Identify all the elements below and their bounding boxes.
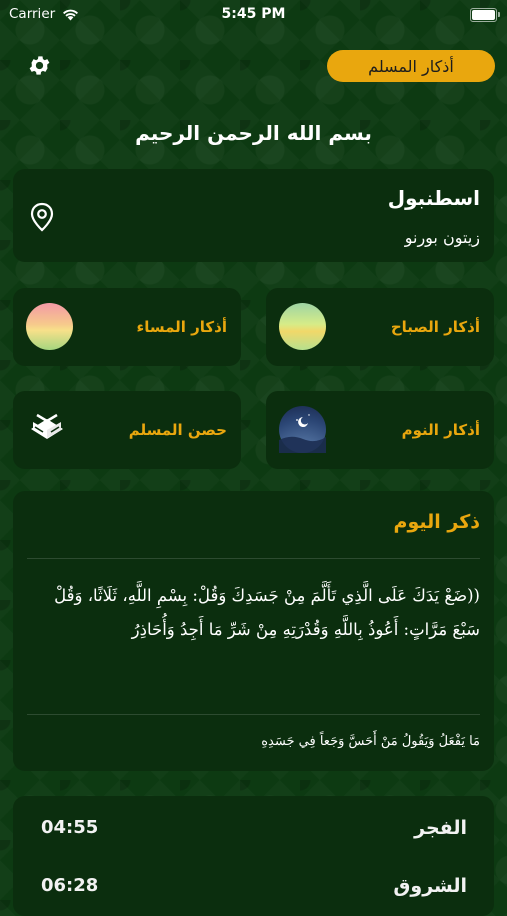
status-bar: Carrier 5:45 PM [0,0,507,28]
prayer-row-sunrise[interactable]: الشروق 06:28 [13,875,494,905]
hisn-muslim-tile[interactable]: حصن المسلم [13,391,241,469]
prayer-row-fajr[interactable]: الفجر 04:55 [13,817,494,847]
sunrise-icon [279,303,326,350]
prayer-times-card: الفجر 04:55 الشروق 06:28 [13,796,494,916]
morning-adhkar-tile[interactable]: أذكار الصباح [266,288,494,366]
sunset-icon [26,303,73,350]
prayer-time: 04:55 [41,817,99,838]
zikr-of-day-card: ذكر اليوم ((ضَعْ يَدَكَ عَلَى الَّذِي تَ… [13,491,494,771]
divider [27,714,480,715]
battery-fill [472,10,495,20]
prayer-name: الفجر [414,817,467,839]
location-card[interactable]: اسطنبول زيتون بورنو [13,169,494,262]
zikr-note: مَا يَفْعَلُ وَيَقُولُ مَنْ أَحَسَّ وَجَ… [261,734,480,749]
gear-icon [29,56,50,75]
app-title-pill[interactable]: أذكار المسلم [327,50,495,82]
status-time: 5:45 PM [221,6,286,22]
location-city: اسطنبول [387,186,480,210]
evening-adhkar-label: أذكار المساء [136,318,227,336]
basmala-heading: بسم الله الرحمن الرحيم [135,121,372,145]
sleep-adhkar-label: أذكار النوم [401,421,480,439]
settings-button[interactable] [27,53,52,78]
zikr-of-day-title: ذكر اليوم [393,511,480,533]
divider [27,558,480,559]
app-title: أذكار المسلم [368,56,454,76]
evening-adhkar-tile[interactable]: أذكار المساء [13,288,241,366]
night-moon-icon [279,406,326,453]
hisn-muslim-label: حصن المسلم [128,421,227,439]
quran-book-icon [27,405,67,449]
location-area: زيتون بورنو [404,228,480,247]
sleep-adhkar-tile[interactable]: أذكار النوم [266,391,494,469]
zikr-text: ((ضَعْ يَدَكَ عَلَى الَّذِي تَأَلَّمَ مِ… [54,586,480,639]
morning-adhkar-label: أذكار الصباح [390,318,480,336]
location-pin-icon [29,202,55,236]
battery-icon [470,8,500,22]
prayer-name: الشروق [393,875,467,897]
prayer-time: 06:28 [41,875,99,896]
